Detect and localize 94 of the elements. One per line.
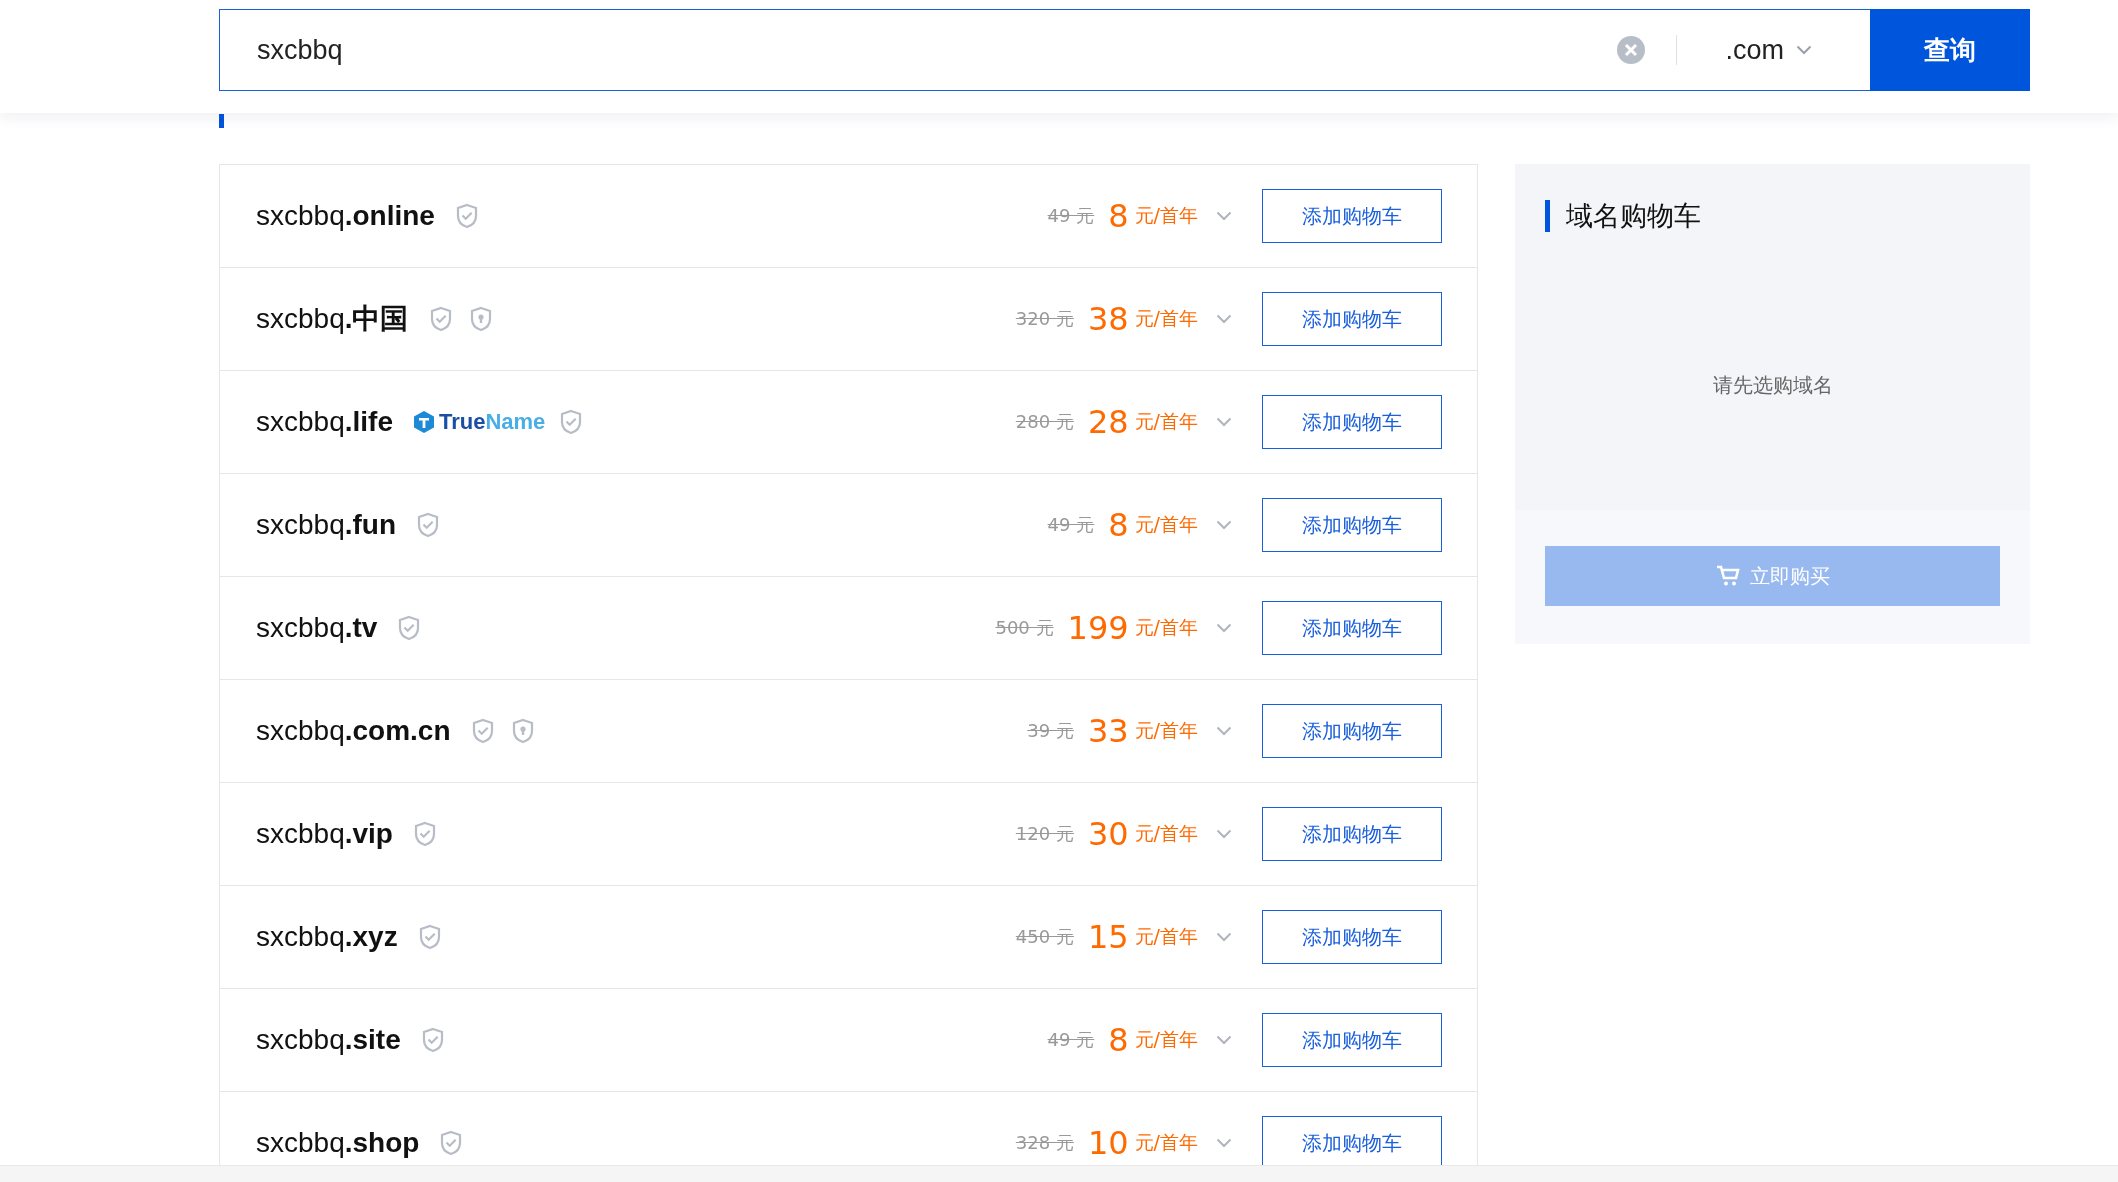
price: 8 [1108, 506, 1129, 544]
price-unit: 元/首年 [1134, 821, 1198, 846]
shield-check-icon [428, 306, 453, 332]
add-to-cart-button[interactable]: 添加购物车 [1262, 910, 1442, 964]
search-button[interactable]: 查询 [1870, 9, 2030, 91]
domain-name: sxcbbq.site [256, 1024, 401, 1056]
domain-name: sxcbbq.life [256, 406, 393, 438]
shield-check-icon [417, 924, 442, 950]
price: 8 [1108, 1021, 1129, 1059]
section-marker [219, 114, 224, 128]
price-unit: 元/首年 [1134, 409, 1198, 434]
add-to-cart-button[interactable]: 添加购物车 [1262, 498, 1442, 552]
domain-name: sxcbbq.shop [256, 1127, 420, 1159]
price: 30 [1087, 815, 1129, 853]
add-to-cart-button[interactable]: 添加购物车 [1262, 292, 1442, 346]
expand-button[interactable] [1216, 1035, 1232, 1045]
cart-icon [1715, 565, 1740, 587]
domain-name: sxcbbq.fun [256, 509, 397, 541]
shield-lock-icon [510, 718, 535, 744]
original-price: 120 元 [1015, 822, 1074, 846]
add-to-cart-button[interactable]: 添加购物车 [1262, 1013, 1442, 1067]
shield-check-icon [559, 409, 584, 435]
suffix-dropdown[interactable]: .com [1725, 34, 1812, 66]
original-price: 500 元 [995, 616, 1054, 640]
cart-title: 域名购物车 [1545, 200, 2000, 232]
chevron-icon [1216, 829, 1232, 839]
price: 199 [1067, 609, 1129, 647]
add-to-cart-button[interactable]: 添加购物车 [1262, 807, 1442, 861]
price: 38 [1087, 300, 1129, 338]
hexagon-icon [412, 410, 435, 434]
chevron-icon [1216, 1035, 1232, 1045]
price-unit: 元/首年 [1134, 718, 1198, 743]
domain-name: sxcbbq.中国 [256, 302, 409, 336]
expand-button[interactable] [1216, 623, 1232, 633]
price-unit: 元/首年 [1134, 306, 1198, 331]
price: 28 [1087, 403, 1129, 441]
shield-check-icon [454, 203, 479, 229]
expand-button[interactable] [1216, 829, 1232, 839]
add-to-cart-button[interactable]: 添加购物车 [1262, 1116, 1442, 1165]
add-to-cart-button[interactable]: 添加购物车 [1262, 704, 1442, 758]
domain-name: sxcbbq.xyz [256, 921, 398, 953]
shield-check-icon [397, 615, 422, 641]
price-unit: 元/首年 [1134, 1130, 1198, 1155]
price: 8 [1108, 197, 1129, 235]
chevron-icon [1216, 314, 1232, 324]
expand-button[interactable] [1216, 211, 1232, 221]
domain-name: sxcbbq.tv [256, 612, 378, 644]
price-unit: 元/首年 [1134, 203, 1198, 228]
original-price: 450 元 [1015, 925, 1074, 949]
price: 15 [1087, 918, 1129, 956]
chevron-icon [1216, 623, 1232, 633]
expand-button[interactable] [1216, 520, 1232, 530]
badge-label: TrueName [438, 409, 546, 435]
chevron-icon [1216, 417, 1232, 427]
chevron-icon [1216, 520, 1232, 530]
expand-button[interactable] [1216, 726, 1232, 736]
add-to-cart-button[interactable]: 添加购物车 [1262, 601, 1442, 655]
clear-button[interactable] [1616, 35, 1647, 65]
original-price: 49 元 [1047, 513, 1095, 537]
expand-button[interactable] [1216, 932, 1232, 942]
shield-lock-icon [468, 306, 493, 332]
expand-button[interactable] [1216, 314, 1232, 324]
shield-check-icon [416, 512, 441, 538]
search-field[interactable]: sxcbbq .com [219, 9, 1870, 91]
price-unit: 元/首年 [1134, 924, 1198, 949]
shield-check-icon [420, 1027, 445, 1053]
chevron-icon [1216, 726, 1232, 736]
domain-name: sxcbbq.com.cn [256, 715, 451, 747]
shield-check-icon [439, 1130, 464, 1156]
add-to-cart-button[interactable]: 添加购物车 [1262, 189, 1442, 243]
shield-check-icon [412, 821, 437, 847]
chevron-icon [1796, 45, 1812, 55]
original-price: 280 元 [1015, 410, 1074, 434]
domain-name: sxcbbq.online [256, 200, 435, 232]
domain-name: sxcbbq.vip [256, 818, 393, 850]
price-unit: 元/首年 [1134, 512, 1198, 537]
price: 10 [1087, 1124, 1129, 1162]
price-unit: 元/首年 [1134, 1027, 1198, 1052]
expand-button[interactable] [1216, 417, 1232, 427]
chevron-icon [1216, 932, 1232, 942]
clear-icon [1616, 35, 1647, 65]
chevron-icon [1216, 211, 1232, 221]
add-to-cart-button[interactable]: 添加购物车 [1262, 395, 1442, 449]
original-price: 320 元 [1015, 307, 1074, 331]
original-price: 328 元 [1015, 1131, 1074, 1155]
shield-check-icon [470, 718, 495, 744]
original-price: 49 元 [1047, 1028, 1095, 1052]
original-price: 39 元 [1027, 719, 1074, 743]
empty-message: 请先选购域名 [1711, 372, 1834, 399]
original-price: 49 元 [1047, 204, 1095, 228]
price-unit: 元/首年 [1134, 615, 1198, 640]
price: 33 [1087, 712, 1129, 750]
expand-button[interactable] [1216, 1138, 1232, 1148]
chevron-icon [1216, 1138, 1232, 1148]
